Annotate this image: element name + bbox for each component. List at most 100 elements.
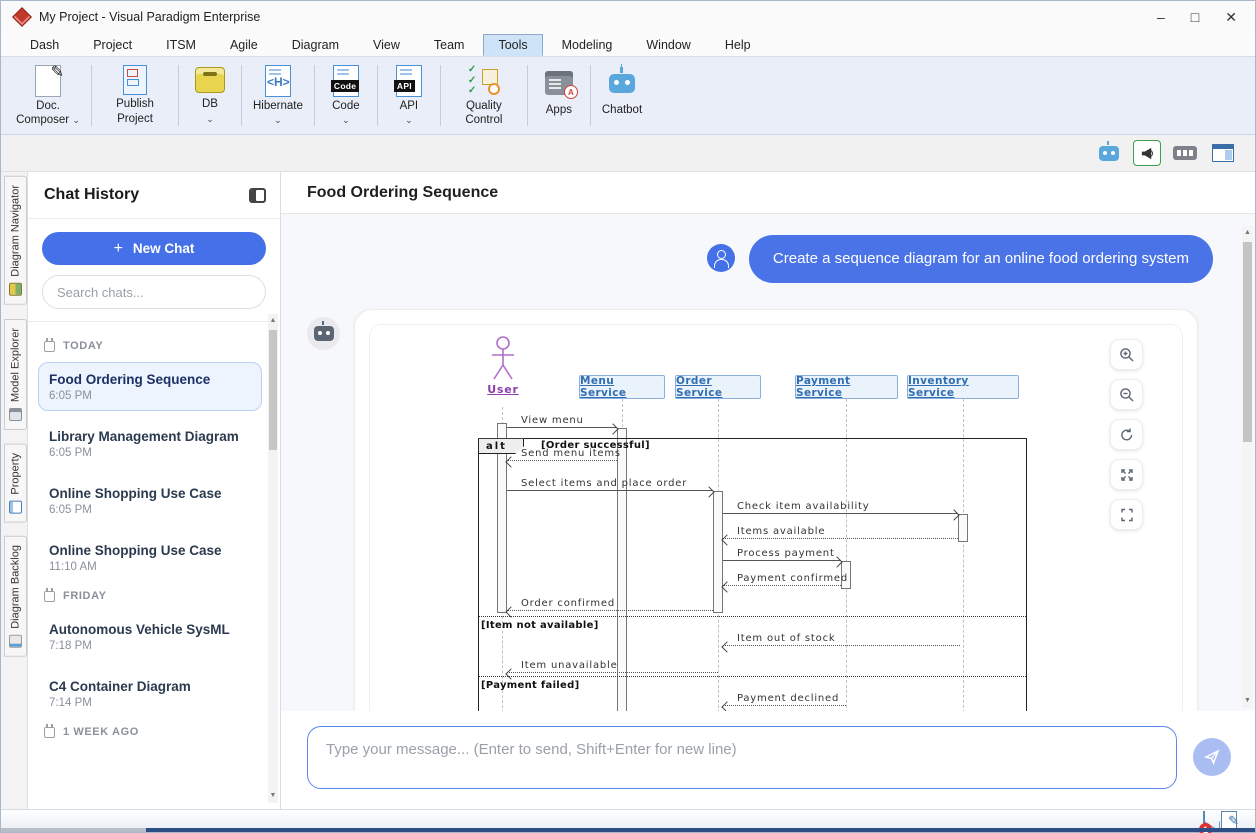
- sidebar-tab-diagram-navigator[interactable]: Diagram Navigator: [4, 176, 27, 305]
- tool-db[interactable]: DB⌄: [181, 61, 239, 130]
- message: Payment confirmed: [723, 570, 841, 586]
- user-message-bubble: Create a sequence diagram for an online …: [749, 235, 1213, 283]
- tool-doc-composer[interactable]: ✎ Doc. Composer ⌄: [7, 61, 89, 130]
- menu-modeling[interactable]: Modeling: [547, 34, 628, 56]
- sidebar-tab-model-explorer[interactable]: Model Explorer: [4, 319, 27, 430]
- title-bar: My Project - Visual Paradigm Enterprise …: [1, 1, 1255, 33]
- scrollbar-thumb[interactable]: [269, 330, 277, 450]
- maximize-button[interactable]: □: [1191, 9, 1199, 26]
- section-header-friday: FRIDAY: [44, 590, 262, 602]
- message: Payment declined: [723, 690, 846, 706]
- toolbar-separator: [314, 65, 315, 126]
- menu-diagram[interactable]: Diagram: [277, 34, 354, 56]
- collapse-panel-icon[interactable]: [249, 188, 266, 203]
- model-explorer-icon: [9, 408, 22, 421]
- message: View menu: [507, 412, 617, 428]
- message-input[interactable]: [307, 726, 1177, 789]
- new-chat-button[interactable]: + New Chat: [42, 232, 266, 265]
- menu-window[interactable]: Window: [631, 34, 705, 56]
- chevron-down-icon: ⌄: [274, 115, 282, 125]
- send-button[interactable]: [1193, 738, 1231, 776]
- diagram-backlog-icon: [9, 635, 22, 648]
- tool-publish-project[interactable]: Publish Project: [94, 61, 176, 130]
- lifeline-head[interactable]: Inventory Service: [907, 375, 1019, 399]
- close-button[interactable]: ✕: [1225, 9, 1237, 26]
- doc-composer-icon: ✎: [35, 65, 61, 97]
- frame-divider: [479, 616, 1026, 617]
- chat-list-scrollbar[interactable]: ▲ ▼: [268, 314, 278, 803]
- message: Process payment: [723, 545, 841, 561]
- page-title: Food Ordering Sequence: [307, 184, 498, 202]
- fullscreen-icon[interactable]: [1110, 499, 1143, 530]
- tool-code[interactable]: Code Code⌄: [317, 61, 375, 130]
- tool-apps[interactable]: A Apps: [530, 61, 588, 130]
- code-file-icon: Code: [333, 65, 359, 97]
- scroll-up-arrow[interactable]: ▲: [268, 316, 278, 326]
- calendar-icon: [44, 341, 55, 352]
- chat-item[interactable]: Online Shopping Use Case 6:05 PM: [38, 476, 262, 525]
- chat-item[interactable]: Autonomous Vehicle SysML 7:18 PM: [38, 612, 262, 661]
- scroll-up-arrow[interactable]: ▲: [1242, 228, 1253, 238]
- menu-itsm[interactable]: ITSM: [151, 34, 211, 56]
- menu-help[interactable]: Help: [710, 34, 766, 56]
- menu-bar: Dash Project ITSM Agile Diagram View Tea…: [1, 33, 1255, 57]
- minimize-button[interactable]: –: [1157, 9, 1165, 26]
- robot-icon[interactable]: [1095, 140, 1123, 166]
- chat-item[interactable]: Library Management Diagram 6:05 PM: [38, 419, 262, 468]
- menu-tools[interactable]: Tools: [483, 34, 542, 56]
- quality-control-icon: ✓✓✓: [468, 65, 500, 97]
- chat-list: TODAY Food Ordering Sequence 6:05 PM Lib…: [28, 321, 280, 809]
- apps-icon: A: [545, 65, 573, 101]
- menu-agile[interactable]: Agile: [215, 34, 273, 56]
- message: Item out of stock: [723, 630, 960, 646]
- chevron-down-icon: ⌄: [405, 115, 413, 125]
- tool-hibernate[interactable]: <H> Hibernate⌄: [244, 61, 312, 130]
- tool-api[interactable]: API API⌄: [380, 61, 438, 130]
- reset-view-icon[interactable]: [1110, 419, 1143, 450]
- filmstrip-icon[interactable]: [1171, 140, 1199, 166]
- chat-item[interactable]: Online Shopping Use Case 11:10 AM: [38, 533, 262, 582]
- lifeline-head[interactable]: Order Service: [675, 375, 761, 399]
- chat-history-title: Chat History: [44, 186, 139, 204]
- search-chats-input[interactable]: [42, 275, 266, 309]
- scrollbar-thumb[interactable]: [1243, 242, 1252, 442]
- message: Items available: [723, 523, 958, 539]
- sidebar-tab-diagram-backlog[interactable]: Diagram Backlog: [4, 536, 27, 657]
- scroll-down-arrow[interactable]: ▼: [1242, 696, 1253, 706]
- toolbar-separator: [241, 65, 242, 126]
- menu-view[interactable]: View: [358, 34, 415, 56]
- toolbar-separator: [178, 65, 179, 126]
- tool-quality-control[interactable]: ✓✓✓ Quality Control: [443, 61, 525, 130]
- message: Select items and place order: [507, 475, 713, 491]
- user-message-row: Create a sequence diagram for an online …: [281, 214, 1255, 283]
- calendar-icon: [44, 727, 55, 738]
- menu-project[interactable]: Project: [78, 34, 147, 56]
- message: Check item availability: [723, 498, 958, 514]
- main-area: Food Ordering Sequence Create a sequence…: [281, 172, 1255, 809]
- menu-dash[interactable]: Dash: [15, 34, 74, 56]
- zoom-in-icon[interactable]: [1110, 339, 1143, 370]
- side-tab-strip: Diagram Navigator Model Explorer Propert…: [1, 172, 28, 809]
- message: Item unavailable: [507, 657, 718, 673]
- chat-item[interactable]: C4 Container Diagram 7:14 PM: [38, 669, 262, 718]
- message: Send menu items: [507, 445, 617, 461]
- lifeline-head[interactable]: Payment Service: [795, 375, 898, 399]
- expand-icon[interactable]: [1110, 459, 1143, 490]
- scroll-down-arrow[interactable]: ▼: [268, 791, 278, 801]
- menu-team[interactable]: Team: [419, 34, 480, 56]
- chat-item[interactable]: Food Ordering Sequence 6:05 PM: [38, 362, 262, 411]
- conversation-scrollbar[interactable]: ▲ ▼: [1242, 226, 1253, 708]
- panel-layout-icon[interactable]: [1209, 140, 1237, 166]
- window-bottom-edge: [1, 828, 1255, 832]
- sidebar-tab-property[interactable]: Property: [4, 444, 27, 523]
- database-icon: [195, 65, 225, 95]
- chevron-down-icon: ⌄: [206, 114, 214, 124]
- toolbar-separator: [527, 65, 528, 126]
- lifeline-head[interactable]: Menu Service: [579, 375, 665, 399]
- window-title: My Project - Visual Paradigm Enterprise: [39, 10, 1157, 24]
- zoom-out-icon[interactable]: [1110, 379, 1143, 410]
- section-header-week-ago: 1 WEEK AGO: [44, 726, 262, 738]
- tool-chatbot[interactable]: Chatbot: [593, 61, 651, 130]
- megaphone-icon[interactable]: [1133, 140, 1161, 166]
- hibernate-icon: <H>: [265, 65, 291, 97]
